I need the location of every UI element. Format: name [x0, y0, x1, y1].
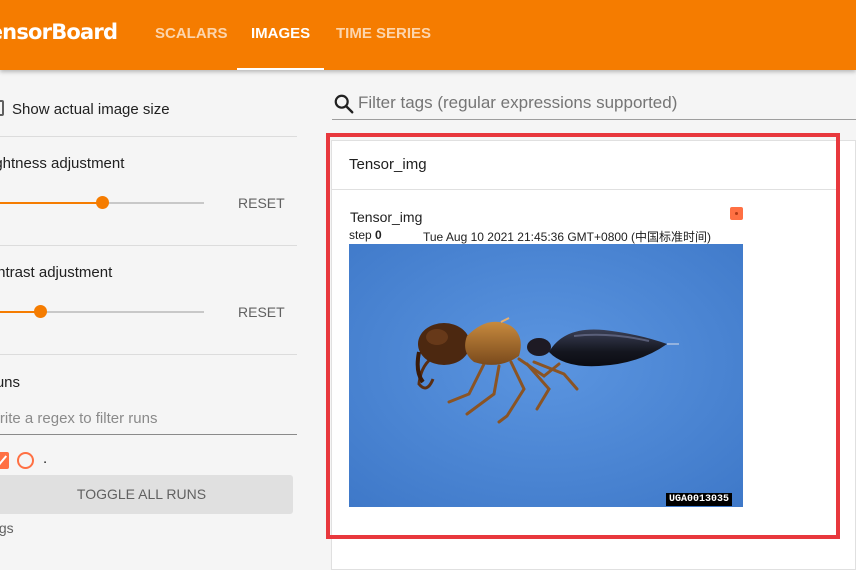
brightness-reset-button[interactable]: RESET	[238, 195, 285, 211]
runs-filter-underline	[0, 434, 297, 435]
image-card-tag: Tensor_img	[350, 209, 423, 225]
image-card-meta: step 0 Tue Aug 10 2021 21:45:36 GMT+0800…	[349, 228, 711, 244]
tag-filter-input[interactable]: Filter tags (regular expressions support…	[358, 93, 677, 113]
divider	[0, 136, 297, 137]
contrast-slider-thumb[interactable]	[34, 305, 48, 318]
run-checkbox[interactable]	[0, 452, 9, 469]
image-caption-label: UGA0013035	[666, 493, 733, 506]
run-name: .	[43, 450, 48, 467]
image-timestamp: Tue Aug 10 2021 21:45:36 GMT+0800 (中国标准时…	[423, 230, 712, 244]
tag-filter-underline	[332, 119, 856, 120]
divider	[331, 189, 836, 190]
run-color-radio[interactable]	[17, 452, 34, 469]
step-label: step	[349, 228, 372, 242]
tag-group-title[interactable]: Tensor_img	[349, 156, 427, 173]
image-ant[interactable]	[349, 244, 743, 507]
ant-photo	[349, 244, 743, 507]
contrast-reset-button[interactable]: RESET	[238, 304, 285, 320]
toggle-all-runs-button[interactable]: TOGGLE ALL RUNS	[0, 475, 293, 514]
tab-scalars[interactable]: SCALARS	[155, 0, 228, 70]
divider	[0, 354, 297, 355]
brightness-slider-fill	[0, 202, 102, 204]
runs-title: Runs	[0, 374, 21, 391]
top-toolbar: TensorBoard SCALARS IMAGES TIME SERIES	[0, 0, 856, 70]
step-value: 0	[375, 228, 382, 242]
runs-filter-input[interactable]: Write a regex to filter runs	[0, 410, 283, 427]
brightness-label: Brightness adjustment	[0, 155, 125, 172]
show-actual-size-label: Show actual image size	[12, 101, 170, 118]
run-color-swatch	[730, 207, 743, 220]
contrast-label: Contrast adjustment	[0, 264, 113, 281]
brightness-slider-thumb[interactable]	[95, 196, 109, 209]
brightness-slider[interactable]	[0, 196, 204, 209]
contrast-slider[interactable]	[0, 305, 204, 318]
logdir-label: logs	[0, 520, 14, 536]
tab-time-series[interactable]: TIME SERIES	[336, 0, 431, 70]
app-brand[interactable]: TensorBoard	[0, 20, 118, 44]
divider	[0, 245, 297, 246]
sidebar: Show actual image size Brightness adjust…	[0, 70, 316, 570]
show-actual-size-checkbox[interactable]	[0, 100, 4, 116]
search-icon	[334, 94, 354, 114]
tab-images[interactable]: IMAGES	[236, 0, 325, 70]
